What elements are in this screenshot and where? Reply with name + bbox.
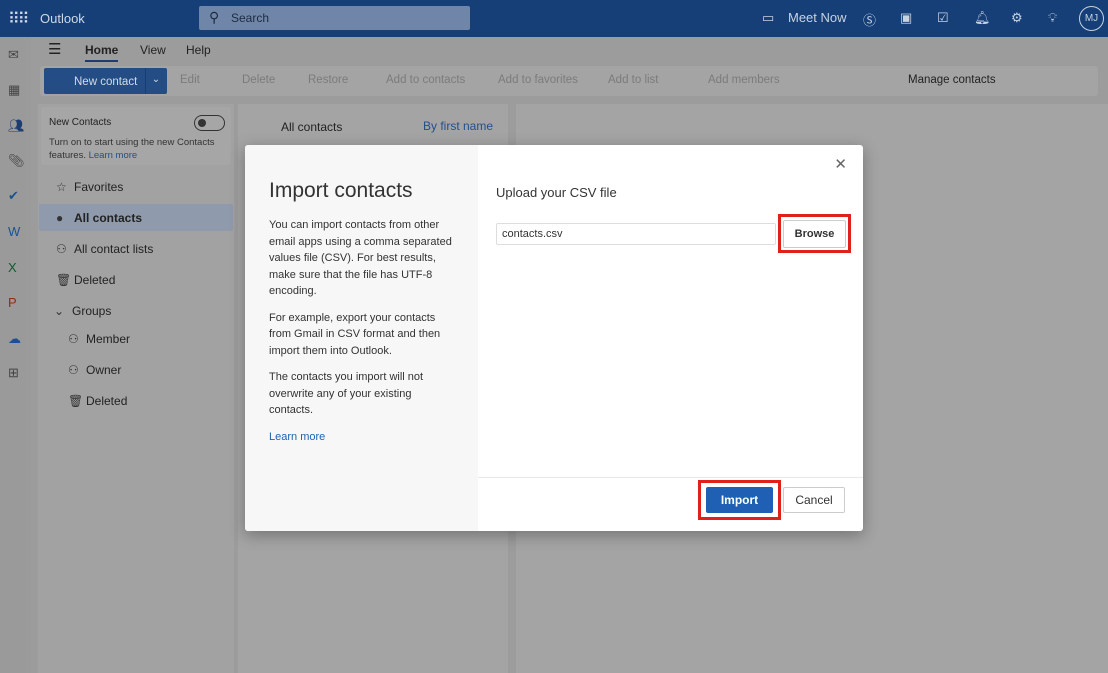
attachment-icon[interactable]: 📎︎: [8, 153, 25, 169]
learn-more-link[interactable]: Learn more: [269, 431, 325, 443]
delete-button[interactable]: Delete: [242, 74, 275, 86]
nav-member[interactable]: ⚇ Member: [68, 332, 130, 346]
dialog-paragraph: For example, export your contacts from G…: [269, 311, 441, 357]
new-contacts-card: New Contacts Turn on to start using the …: [41, 107, 231, 165]
hamburger-icon[interactable]: ☰: [48, 40, 61, 58]
dialog-upload-panel: ✕ Upload your CSV file contacts.csv Brow…: [478, 145, 863, 531]
word-icon[interactable]: W: [8, 224, 20, 239]
meet-now-button[interactable]: Meet Now: [788, 10, 847, 25]
list-title: All contacts: [281, 120, 343, 134]
import-button[interactable]: Import: [706, 487, 773, 513]
bell-icon[interactable]: 🔔︎: [974, 10, 991, 26]
manage-contacts-button[interactable]: Manage contacts: [908, 74, 996, 86]
calendar-check-icon[interactable]: ☑: [937, 10, 949, 26]
video-icon[interactable]: ▭: [762, 10, 774, 26]
dialog-info-panel: Import contacts You can import contacts …: [245, 145, 478, 531]
new-contacts-toggle[interactable]: [194, 115, 225, 131]
trash-icon: 🗑︎: [68, 394, 84, 408]
nav-groups-deleted[interactable]: 🗑︎ Deleted: [68, 394, 127, 408]
add-to-list-button[interactable]: Add to list: [608, 74, 659, 86]
member-icon: ⚇: [68, 332, 79, 346]
nav-favorites[interactable]: ☆ Favorites: [56, 180, 123, 194]
top-bar: ⠿⠿ Outlook ⚲ Search ▭ Meet Now Ⓢ ▣ ☑ 🔔︎ ⚙…: [0, 0, 1108, 37]
tab-home[interactable]: Home: [85, 43, 119, 62]
nav-all-contact-lists[interactable]: ⚇ All contact lists: [56, 242, 153, 256]
nav-label: Groups: [72, 304, 112, 318]
star-icon: ☆: [56, 180, 67, 194]
app-title: Outlook: [40, 11, 85, 26]
upload-label: Upload your CSV file: [496, 185, 617, 200]
excel-icon[interactable]: X: [8, 260, 17, 275]
edit-button[interactable]: Edit: [180, 74, 200, 86]
skype-icon[interactable]: Ⓢ: [863, 10, 876, 29]
new-contacts-title: New Contacts: [49, 117, 112, 128]
more-apps-icon[interactable]: ⊞: [8, 365, 19, 381]
search-placeholder: Search: [231, 11, 270, 25]
left-pane: New Contacts Turn on to start using the …: [38, 104, 234, 673]
nav-owner[interactable]: ⚇ Owner: [68, 363, 121, 377]
nav-label: Favorites: [74, 180, 124, 194]
nav-label: Deleted: [86, 394, 128, 408]
chevron-down-icon: ⌄: [54, 304, 65, 318]
learn-more-link[interactable]: Learn more: [89, 150, 138, 161]
owner-icon: ⚇: [68, 363, 79, 377]
browse-button[interactable]: Browse: [783, 220, 846, 248]
nav-label: Owner: [86, 363, 122, 377]
gear-icon[interactable]: ⚙: [1011, 10, 1023, 26]
close-icon[interactable]: ✕: [834, 155, 847, 173]
nav-label: Member: [86, 332, 131, 346]
trash-icon: 🗑︎: [56, 273, 72, 287]
add-to-favorites-button[interactable]: Add to favorites: [498, 74, 578, 86]
search-input[interactable]: ⚲ Search: [199, 6, 470, 30]
lightbulb-icon[interactable]: 💡︎: [1048, 10, 1057, 26]
file-input[interactable]: contacts.csv: [496, 223, 776, 245]
onedrive-icon[interactable]: ☁: [8, 331, 21, 347]
search-icon: ⚲: [209, 9, 220, 25]
todo-icon[interactable]: ✔: [8, 188, 19, 204]
office-icon[interactable]: ▣: [900, 10, 912, 26]
nav-label: All contact lists: [74, 242, 154, 256]
tab-view[interactable]: View: [140, 43, 166, 57]
new-contact-label: New contact: [74, 76, 138, 88]
import-contacts-dialog: Import contacts You can import contacts …: [245, 145, 863, 531]
nav-all-contacts[interactable]: ● All contacts: [56, 211, 142, 225]
add-to-contacts-button[interactable]: Add to contacts: [386, 74, 465, 86]
dialog-title: Import contacts: [269, 179, 413, 202]
toolbar: New contact ⌄ Edit Delete Restore Add to…: [40, 66, 1098, 96]
app-launcher-icon[interactable]: ⠿⠿: [8, 9, 29, 29]
add-members-button[interactable]: Add members: [708, 74, 780, 86]
nav-label: Deleted: [74, 273, 116, 287]
cancel-button[interactable]: Cancel: [783, 487, 845, 513]
people-list-icon: ⚇: [56, 242, 67, 256]
mail-icon[interactable]: ✉: [8, 47, 19, 63]
dialog-paragraph: You can import contacts from other email…: [269, 219, 452, 297]
avatar[interactable]: MJ: [1079, 6, 1104, 31]
restore-button[interactable]: Restore: [308, 74, 348, 86]
dialog-footer-divider: [478, 477, 863, 478]
app-rail: ✉ ▦ 👥︎ 📎︎ ✔ W X P ☁ ⊞: [0, 37, 31, 673]
dialog-paragraph: The contacts you import will not overwri…: [269, 371, 424, 416]
nav-deleted[interactable]: 🗑︎ Deleted: [56, 273, 115, 287]
calendar-icon[interactable]: ▦: [8, 82, 20, 98]
nav-label: All contacts: [74, 211, 143, 225]
powerpoint-icon[interactable]: P: [8, 295, 17, 310]
tab-help[interactable]: Help: [186, 43, 211, 57]
sort-dropdown[interactable]: By first name: [423, 119, 493, 133]
person-icon: ●: [56, 211, 64, 225]
nav-groups[interactable]: ⌄ Groups: [54, 304, 111, 318]
people-icon[interactable]: 👥︎: [8, 118, 25, 134]
new-contact-dropdown[interactable]: ⌄: [145, 68, 166, 94]
